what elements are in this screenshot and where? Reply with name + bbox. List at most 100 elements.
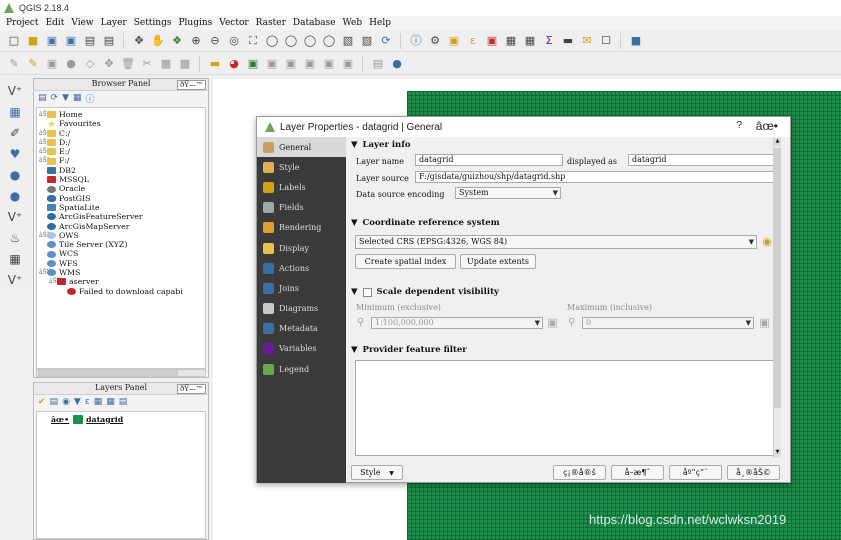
expander-icon[interactable]: âŠž: [39, 231, 50, 240]
manage-visibility-icon[interactable]: ◉: [62, 397, 70, 407]
set-current-scale-icon[interactable]: ▣: [757, 316, 772, 330]
layer-visibility-checkbox[interactable]: âœ•: [51, 415, 69, 424]
sidebar-item-fields[interactable]: Fields: [257, 198, 346, 218]
cancel-button[interactable]: å–æ¶ˆ: [611, 465, 664, 480]
page-scrollbar[interactable]: ▲ ▼: [773, 138, 781, 458]
layers-tree[interactable]: âœ• datagrid: [36, 411, 206, 539]
close-icon[interactable]: âœ•: [756, 119, 778, 133]
expander-icon[interactable]: âŠž: [39, 138, 50, 147]
encoding-select[interactable]: System ▼: [455, 187, 561, 199]
add-wcs-layer-icon[interactable]: ●: [6, 187, 24, 204]
browser-item[interactable]: Favourites: [37, 119, 205, 128]
browser-item[interactable]: âŠŸ WMS: [37, 268, 205, 277]
scroll-up-icon[interactable]: ▲: [774, 138, 781, 146]
browser-item[interactable]: âŠž E:/: [37, 147, 205, 156]
set-current-scale-icon[interactable]: ▣: [545, 316, 560, 330]
cut-features-icon[interactable]: ✂: [139, 56, 155, 72]
menu-edit[interactable]: Edit: [46, 18, 65, 28]
measure-icon[interactable]: ▬: [560, 33, 576, 49]
browser-item[interactable]: ArcGisMapServer: [37, 222, 205, 231]
provider-filter-textarea[interactable]: [355, 360, 775, 456]
browser-item[interactable]: Failed to download capabi: [37, 287, 205, 296]
displayed-as-field[interactable]: datagrid: [628, 154, 775, 166]
browser-item[interactable]: PostGIS: [37, 194, 205, 203]
menu-web[interactable]: Web: [343, 18, 363, 28]
menu-help[interactable]: Help: [369, 18, 391, 28]
zoom-selection-icon[interactable]: ◯: [264, 33, 280, 49]
browser-item[interactable]: âŠŸ aserver: [37, 277, 205, 286]
save-edits-icon[interactable]: ▣: [44, 56, 60, 72]
browser-item[interactable]: Oracle: [37, 184, 205, 193]
node-tool-icon[interactable]: ◇: [82, 56, 98, 72]
save-project-icon[interactable]: ▣: [44, 33, 60, 49]
add-vector-layer-icon[interactable]: V⁺: [6, 82, 24, 99]
paste-features-icon[interactable]: ▩: [177, 56, 193, 72]
menu-plugins[interactable]: Plugins: [178, 18, 212, 28]
refresh-icon[interactable]: ⟳: [51, 93, 59, 103]
toggle-editing-icon[interactable]: ✎: [25, 56, 41, 72]
properties-icon[interactable]: ⓘ: [86, 92, 95, 105]
scroll-thumb[interactable]: [774, 148, 781, 408]
zoom-full-icon[interactable]: ⛶: [245, 33, 261, 49]
browser-item[interactable]: SpatiaLite: [37, 203, 205, 212]
composer-manager-icon[interactable]: ▤: [101, 33, 117, 49]
open-project-icon[interactable]: ■: [25, 33, 41, 49]
python-console-icon[interactable]: ●: [389, 56, 405, 72]
browser-item[interactable]: WCS: [37, 249, 205, 258]
layer-source-field[interactable]: F:/gisdata/guizhou/shp/datagrid.shp: [415, 171, 775, 183]
change-label-icon[interactable]: ▣: [321, 56, 337, 72]
refresh-icon[interactable]: ⟳: [378, 33, 394, 49]
scroll-down-icon[interactable]: ▼: [774, 449, 781, 457]
browser-item[interactable]: âŠž OWS: [37, 231, 205, 240]
sidebar-item-display[interactable]: Display: [257, 238, 346, 258]
label-props-icon[interactable]: ▣: [340, 56, 356, 72]
maximum-scale-select[interactable]: 0 ▼: [582, 317, 754, 329]
add-group-icon[interactable]: ▤: [50, 397, 59, 407]
new-project-icon[interactable]: □: [6, 33, 22, 49]
sidebar-item-general[interactable]: General: [257, 137, 346, 158]
add-virtual-layer-icon[interactable]: V⁺: [6, 271, 24, 288]
sidebar-item-legend[interactable]: Legend: [257, 359, 346, 379]
move-label-icon[interactable]: ▣: [283, 56, 299, 72]
show-labels-icon[interactable]: ▣: [264, 56, 280, 72]
zoom-native-icon[interactable]: ◎: [226, 33, 242, 49]
pan-map-icon[interactable]: ✥: [131, 33, 147, 49]
zoom-in-icon[interactable]: ⊕: [188, 33, 204, 49]
crs-select[interactable]: Selected CRS (EPSG:4326, WGS 84) ▼: [355, 235, 757, 249]
copy-features-icon[interactable]: ▩: [158, 56, 174, 72]
zoom-layer-icon[interactable]: ◯: [283, 33, 299, 49]
diagram-tool-icon[interactable]: ◕: [226, 56, 242, 72]
apply-button[interactable]: åº”ç”¨: [669, 465, 722, 480]
pan-hand-icon[interactable]: ✋: [150, 33, 166, 49]
browser-tree[interactable]: âŠž Home Favourites âŠž C:/ âŠž D:/ âŠž E:/ âŠž F:…: [36, 107, 206, 369]
sidebar-item-actions[interactable]: Actions: [257, 258, 346, 278]
styling-icon[interactable]: ✔: [38, 397, 46, 407]
add-selected-icon[interactable]: ▤: [38, 93, 47, 103]
add-feature-icon[interactable]: ●: [63, 56, 79, 72]
scale-visibility-header[interactable]: ▼ Scale dependent visibility: [351, 285, 499, 299]
sidebar-item-style[interactable]: Style: [257, 157, 346, 177]
pin-labels-icon[interactable]: ▣: [245, 56, 261, 72]
add-mssql-layer-icon[interactable]: ♨: [6, 229, 24, 246]
add-oracle-layer-icon[interactable]: ▦: [6, 250, 24, 267]
help-icon[interactable]: ?: [736, 120, 742, 131]
menu-vector[interactable]: Vector: [219, 18, 248, 28]
menu-database[interactable]: Database: [293, 18, 336, 28]
expand-all-icon[interactable]: ▦: [94, 397, 103, 407]
save-as-icon[interactable]: ▣: [63, 33, 79, 49]
sidebar-item-labels[interactable]: Labels: [257, 177, 346, 197]
attribute-table-icon[interactable]: ▦: [503, 33, 519, 49]
menu-settings[interactable]: Settings: [134, 18, 172, 28]
browser-item[interactable]: WFS: [37, 259, 205, 268]
csw-icon[interactable]: ▤: [370, 56, 386, 72]
add-spatialite-layer-icon[interactable]: ✐: [6, 124, 24, 141]
add-wms-layer-icon[interactable]: ●: [6, 166, 24, 183]
select-by-value-icon[interactable]: ε: [465, 33, 481, 49]
current-edits-icon[interactable]: ✎: [6, 56, 22, 72]
add-wfs-layer-icon[interactable]: V⁺: [6, 208, 24, 225]
minimum-scale-select[interactable]: 1:100,000,000 ▼: [371, 317, 543, 329]
help-button[interactable]: å¸®åŠ©: [727, 465, 780, 480]
filter-legend-icon[interactable]: ▼: [74, 397, 81, 407]
layer-row-datagrid[interactable]: âœ• datagrid: [37, 415, 205, 425]
map-tips-icon[interactable]: ✉: [579, 33, 595, 49]
